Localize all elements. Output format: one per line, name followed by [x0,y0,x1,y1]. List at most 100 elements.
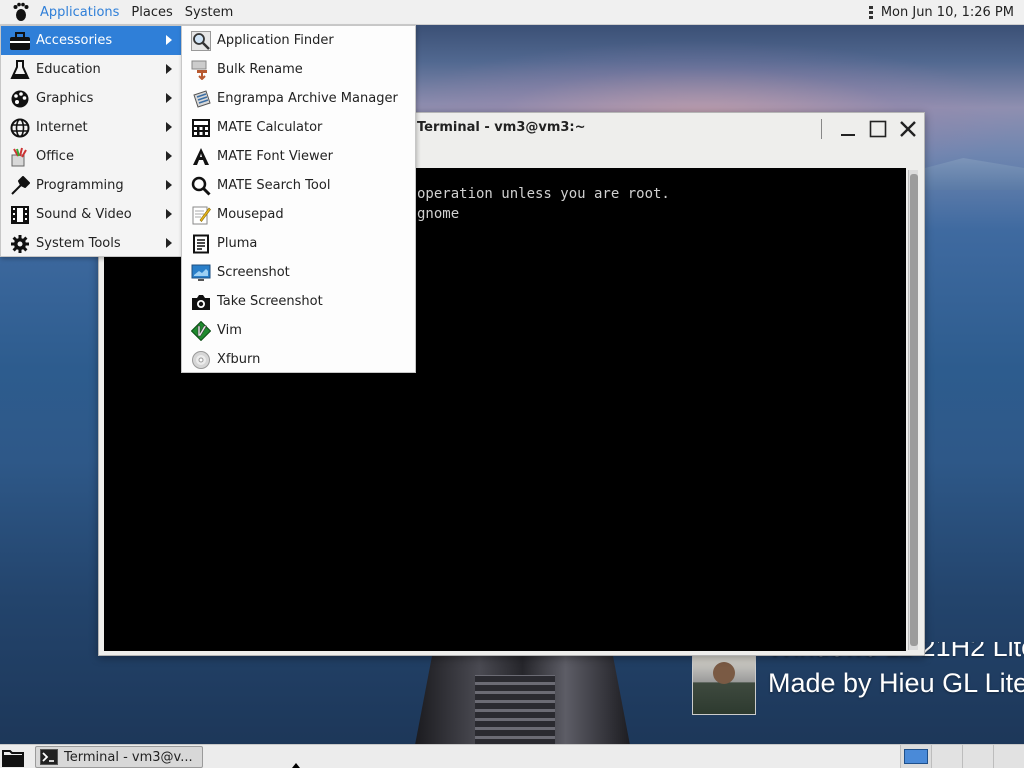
close-button[interactable] [896,117,920,141]
palette-icon [8,88,32,110]
accessories-submenu: Application Finder Bulk Rename Engrampa … [181,25,416,373]
menu-item-label: Mousepad [217,207,284,222]
submenu-arrow-icon [166,238,172,248]
category-label: System Tools [36,236,121,251]
workspace-3[interactable] [962,745,993,768]
terminal-line: gnome [417,206,460,222]
submenu-arrow-icon [166,209,172,219]
category-label: Graphics [36,91,94,106]
places-menu[interactable]: Places [125,0,178,25]
archive-icon [190,88,212,110]
bottom-panel: Terminal - vm3@v... [0,744,1024,768]
workspace-4[interactable] [993,745,1024,768]
magnifier-icon [190,30,212,52]
vim-icon [190,320,212,342]
panel-handle[interactable] [868,5,873,20]
menu-item-mate-font-viewer[interactable]: MATE Font Viewer [182,142,415,171]
clock-area: Mon Jun 10, 1:26 PM [868,0,1014,25]
menu-item-label: Engrampa Archive Manager [217,91,398,106]
workspace-1[interactable] [900,745,931,768]
category-education[interactable]: Education [1,55,181,84]
flask-icon [8,59,32,81]
category-system-tools[interactable]: System Tools [1,229,181,258]
menu-item-bulk-rename[interactable]: Bulk Rename [182,55,415,84]
category-sound-video[interactable]: Sound & Video [1,200,181,229]
disc-icon [190,349,212,371]
wallpaper-pier [415,655,630,745]
menu-item-label: Pluma [217,236,258,251]
clock[interactable]: Mon Jun 10, 1:26 PM [881,5,1014,20]
menu-item-label: MATE Font Viewer [217,149,334,164]
menu-item-label: MATE Search Tool [217,178,331,193]
toolbox-icon [8,30,32,52]
category-label: Programming [36,178,124,193]
submenu-arrow-icon [166,122,172,132]
category-graphics[interactable]: Graphics [1,84,181,113]
globe-icon [8,117,32,139]
workspace-window-thumbnail [904,749,928,764]
category-accessories[interactable]: Accessories [1,26,181,55]
terminal-line: operation unless you are root. [417,186,670,202]
applications-menu[interactable]: Applications [34,0,125,25]
workspace-2[interactable] [931,745,962,768]
watermark-line-2: Made by Hieu GL Lite [768,668,1024,698]
watermark-photo [692,655,756,715]
office-icon [8,146,32,168]
menu-item-application-finder[interactable]: Application Finder [182,26,415,55]
top-panel: Applications Places System Mon Jun 10, 1… [0,0,1024,25]
menu-item-label: Application Finder [217,33,334,48]
calculator-icon [190,117,212,139]
maximize-button[interactable] [866,117,890,141]
menu-item-mate-search-tool[interactable]: MATE Search Tool [182,171,415,200]
category-label: Accessories [36,33,113,48]
menu-item-label: Xfburn [217,352,261,367]
applications-dropdown: Accessories Education Graphics Internet … [0,25,182,257]
menu-item-xfburn[interactable]: Xfburn [182,345,415,374]
title-separator [821,119,822,139]
workspace-switcher [900,745,1024,768]
window-title: Terminal - vm3@vm3:~ [417,120,586,135]
category-programming[interactable]: Programming [1,171,181,200]
show-desktop-icon[interactable] [2,747,24,767]
gear-icon [8,233,32,255]
system-menu[interactable]: System [179,0,239,25]
menu-item-label: Take Screenshot [217,294,323,309]
terminal-icon [40,749,58,765]
menu-item-screenshot[interactable]: Screenshot [182,258,415,287]
category-office[interactable]: Office [1,142,181,171]
taskbar-terminal-button[interactable]: Terminal - vm3@v... [35,746,203,768]
notepad-icon [190,204,212,226]
scrollbar-thumb[interactable] [910,174,918,646]
terminal-scrollbar[interactable] [908,170,918,650]
submenu-arrow-icon [166,35,172,45]
menu-item-engrampa[interactable]: Engrampa Archive Manager [182,84,415,113]
category-label: Sound & Video [36,207,132,222]
wrench-icon [8,175,32,197]
document-icon [190,233,212,255]
submenu-arrow-icon [166,64,172,74]
submenu-arrow-icon [166,180,172,190]
screenshot-icon [190,262,212,284]
category-label: Office [36,149,74,164]
minimize-button[interactable] [836,117,860,141]
search-icon [190,175,212,197]
menu-item-pluma[interactable]: Pluma [182,229,415,258]
mouse-pointer-icon [292,763,300,768]
menu-item-mousepad[interactable]: Mousepad [182,200,415,229]
font-icon [190,146,212,168]
menu-item-vim[interactable]: Vim [182,316,415,345]
category-label: Internet [36,120,88,135]
taskbar-button-label: Terminal - vm3@v... [64,749,193,765]
menu-item-label: Vim [217,323,242,338]
category-label: Education [36,62,101,77]
camera-icon [190,291,212,313]
menu-item-take-screenshot[interactable]: Take Screenshot [182,287,415,316]
menu-item-label: Screenshot [217,265,290,280]
gnome-foot-icon[interactable] [8,0,34,25]
bulk-rename-icon [190,59,212,81]
submenu-arrow-icon [166,93,172,103]
menu-item-mate-calculator[interactable]: MATE Calculator [182,113,415,142]
submenu-arrow-icon [166,151,172,161]
menu-item-label: MATE Calculator [217,120,323,135]
category-internet[interactable]: Internet [1,113,181,142]
